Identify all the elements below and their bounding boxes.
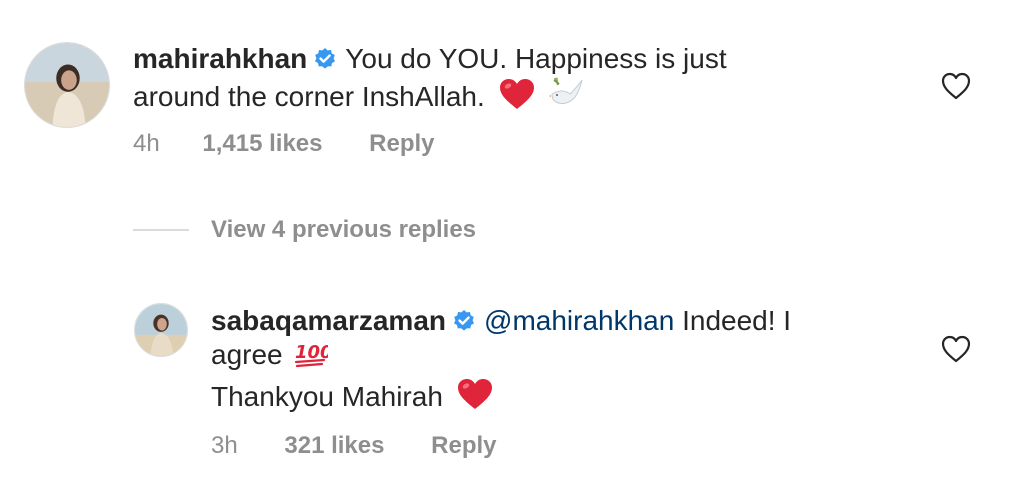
comment-meta: 4h 1,415 likes Reply	[133, 130, 435, 158]
red-heart-emoji-icon	[499, 78, 535, 110]
comment-meta: 3h 321 likes Reply	[211, 432, 497, 460]
comment-text-line: Thankyou Mahirah	[211, 381, 443, 412]
comment-text-line: You do YOU. Happiness is just	[345, 43, 727, 74]
avatar[interactable]	[24, 42, 110, 128]
view-replies-label[interactable]: View 4 previous replies	[211, 216, 476, 244]
like-heart-icon[interactable]	[941, 335, 971, 363]
hundred-points-emoji-icon: 100	[294, 338, 328, 368]
red-heart-emoji-icon	[457, 378, 493, 410]
comment-text-line: Indeed! I	[682, 305, 792, 336]
likes-count[interactable]: 1,415 likes	[202, 130, 322, 158]
username[interactable]: sabaqamarzaman	[211, 305, 446, 336]
comment-text: mahirahkhan You do YOU. Happiness is jus…	[133, 42, 833, 114]
avatar-photo	[135, 304, 187, 356]
username[interactable]: mahirahkhan	[133, 43, 307, 74]
avatar[interactable]	[134, 303, 188, 357]
verified-badge-icon	[313, 47, 337, 71]
divider-line	[133, 229, 189, 231]
reply-button[interactable]: Reply	[369, 130, 434, 158]
comment-text: sabaqamarzaman @mahirahkhan Indeed! I ag…	[211, 304, 911, 414]
likes-count[interactable]: 321 likes	[284, 432, 384, 460]
comment-text-line: around the corner InshAllah.	[133, 81, 485, 112]
mention-link[interactable]: @mahirahkhan	[484, 305, 674, 336]
comment-text-line: agree	[211, 339, 283, 370]
reply-button[interactable]: Reply	[431, 432, 496, 460]
verified-badge-icon	[452, 309, 476, 333]
timestamp: 3h	[211, 432, 238, 459]
dove-emoji-icon	[548, 76, 584, 110]
view-previous-replies[interactable]: View 4 previous replies	[133, 215, 476, 245]
timestamp: 4h	[133, 130, 160, 157]
like-heart-icon[interactable]	[941, 72, 971, 100]
avatar-photo	[25, 43, 109, 127]
